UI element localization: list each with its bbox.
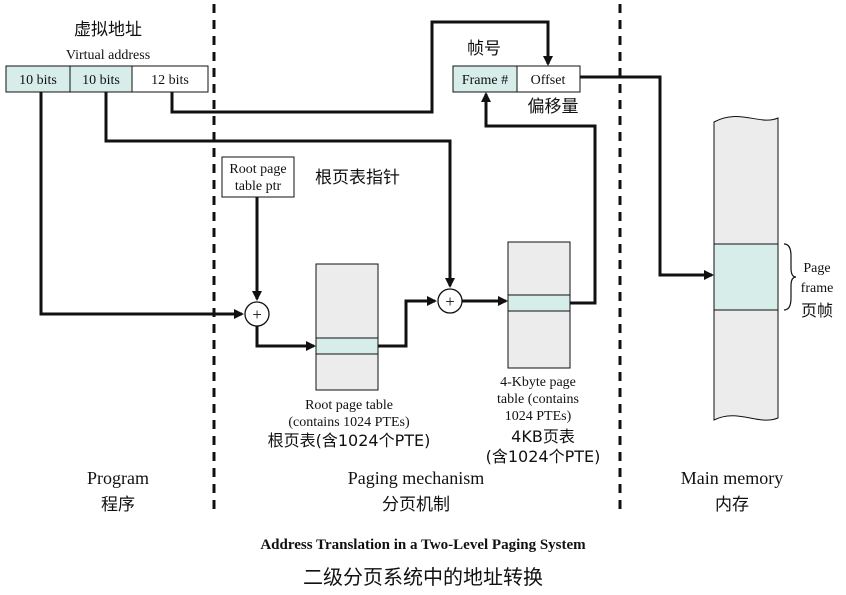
virtual-address-label: Virtual address [66,48,150,63]
page-table-line3: 1024 PTEs) [505,409,572,424]
root-table-line1: Root page table [305,398,393,413]
page-table-entry [507,294,571,312]
section-memory-label-cn: 内存 [715,495,749,515]
adder-root-symbol: + [252,305,262,324]
section-paging-label: Paging mechanism [348,468,484,488]
section-program-label: Program [87,468,149,488]
pa-frame-label: Frame # [462,73,508,88]
root-table-entry [315,337,379,355]
page-frame-line1: Page [803,261,830,276]
va-field-table-label: 10 bits [82,73,120,88]
root-page-table [315,263,379,391]
adder-page-symbol: + [445,292,455,311]
wire-to-root-table [255,326,316,351]
page-frame-line2: frame [801,281,834,296]
wire-dir-bits [39,92,244,319]
root-table-label-cn: 根页表(含1024个PTE) [268,431,431,450]
page-table-line1: 4-Kbyte page [500,375,576,390]
virtual-address-label-cn: 虚拟地址 [74,20,142,40]
paging-diagram: 虚拟地址 Virtual address 10 bits 10 bits 12 … [5,4,834,589]
va-field-offset-label: 12 bits [151,73,189,88]
page-table-label-cn1: 4KB页表 [511,427,575,446]
page-frame-brace [783,243,797,311]
wire-to-memory [580,75,714,280]
page-frame-label-cn: 页帧 [801,301,833,320]
page-table-label-cn2: (含1024个PTE) [486,447,601,466]
root-ptr-line1: Root page [229,162,286,177]
offset-label-cn: 偏移量 [528,97,579,117]
caption-en: Address Translation in a Two-Level Pagin… [260,537,586,553]
pa-offset-label: Offset [531,73,566,88]
section-program-label-cn: 程序 [101,495,135,515]
frame-number-label-cn: 帧号 [467,39,501,59]
root-table-line2: (contains 1024 PTEs) [288,415,410,430]
root-ptr-label-cn: 根页表指针 [315,168,400,188]
root-ptr-line2: table ptr [235,179,282,194]
section-paging-label-cn: 分页机制 [382,495,450,515]
caption-cn: 二级分页系统中的地址转换 [303,565,543,589]
va-field-dir-label: 10 bits [19,73,57,88]
section-memory-label: Main memory [681,468,783,488]
wire-root-entry [378,296,437,348]
page-table-line2: table (contains [497,392,579,407]
page-frame-block [713,243,779,311]
